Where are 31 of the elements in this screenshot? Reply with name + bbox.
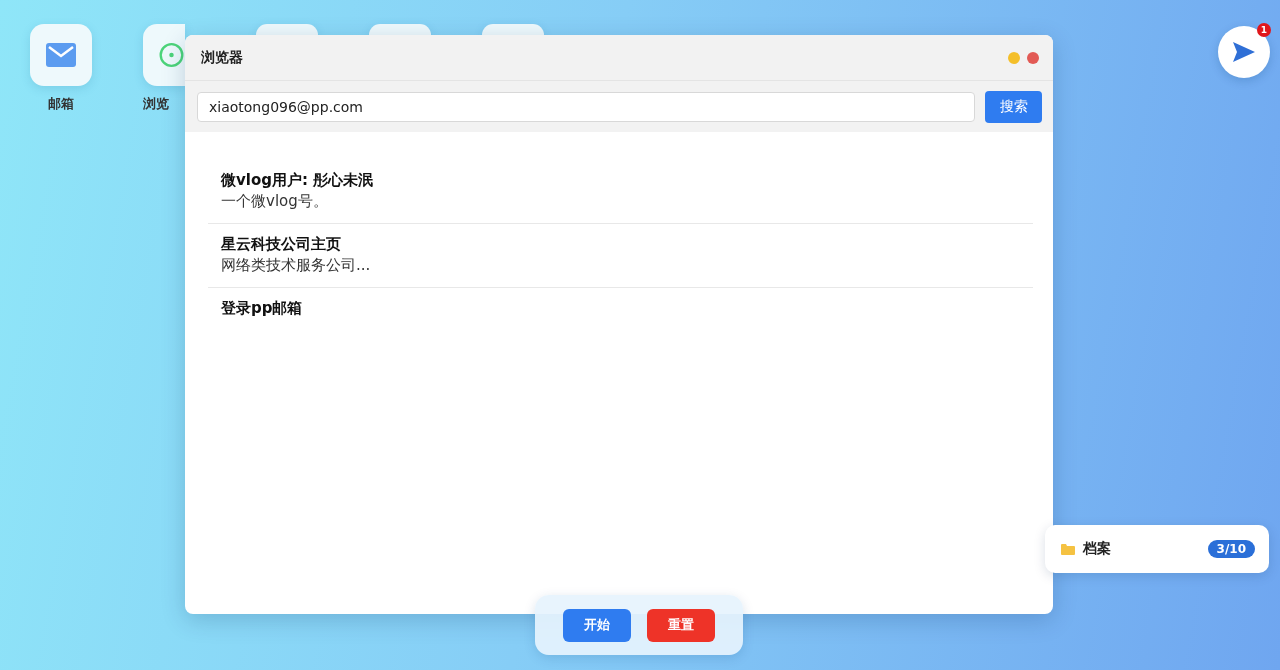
reset-button[interactable]: 重置 [647,608,715,642]
app-icon[interactable] [369,24,431,35]
search-result[interactable]: 星云科技公司主页 网络类技术服务公司... [208,224,1033,288]
window-title: 浏览器 [201,48,243,67]
archive-card[interactable]: 档案 3/10 [1045,525,1269,573]
archive-label: 档案 [1083,540,1112,558]
search-result[interactable]: 登录pp邮箱 [208,288,1033,330]
close-button[interactable] [1027,51,1039,64]
send-button[interactable]: 1 [1218,26,1270,78]
start-button[interactable]: 开始 [563,608,631,642]
app-icon[interactable] [30,24,92,86]
app-label: 浏览 [143,95,169,113]
result-description: 网络类技术服务公司... [221,255,372,276]
send-icon [1233,42,1255,62]
app-icon[interactable] [143,24,185,86]
archive-count: 3/10 [1207,540,1255,558]
result-description: 一个微vlog号。 [221,191,329,212]
result-title[interactable]: 登录pp邮箱 [221,298,1020,319]
search-button[interactable]: 搜索 [985,90,1042,123]
app-label: 邮箱 [48,95,74,113]
result-title[interactable]: 微vlog用户: 彤心未泯 [221,170,1020,191]
search-result[interactable]: 微vlog用户: 彤心未泯 一个微vlog号。 [208,160,1033,224]
result-title[interactable]: 星云科技公司主页 [221,234,1020,255]
app-icon[interactable] [482,24,544,35]
folder-icon [1061,543,1075,555]
notification-badge: 1 [1257,23,1271,37]
mail-icon [46,43,76,67]
app-icon[interactable] [256,24,318,35]
minimize-button[interactable] [1008,51,1020,64]
address-field[interactable]: xiaotong096@pp.com [197,91,975,122]
target-icon [158,40,185,70]
